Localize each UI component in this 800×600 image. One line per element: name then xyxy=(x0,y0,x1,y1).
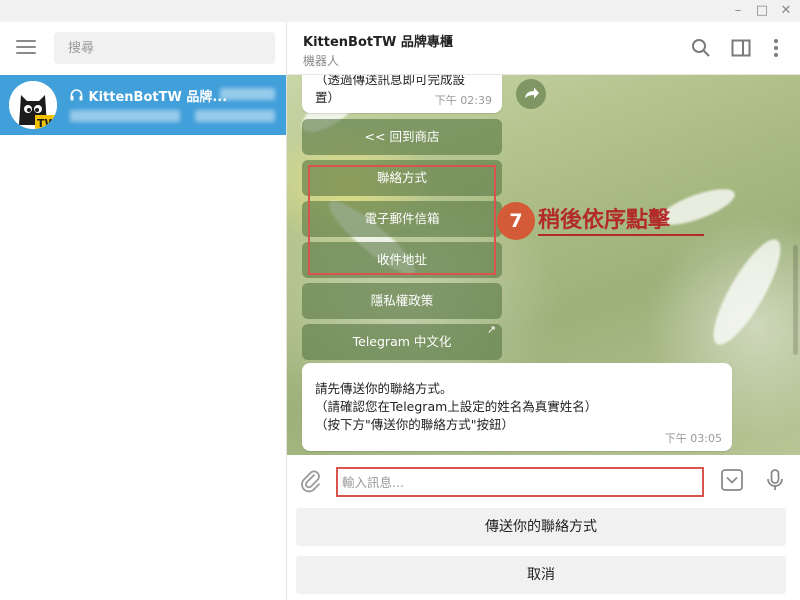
wallpaper-petal xyxy=(702,231,792,353)
blurred-preview xyxy=(70,110,180,122)
close-button[interactable]: ✕ xyxy=(775,0,797,22)
search-icon[interactable] xyxy=(689,36,713,60)
search-input[interactable] xyxy=(54,32,275,64)
chat-header-status: 機器人 xyxy=(303,54,340,68)
inline-button-privacy[interactable]: 隱私權政策 xyxy=(302,283,502,319)
microphone-icon[interactable] xyxy=(762,467,788,493)
instruction-underline xyxy=(538,234,704,236)
message-text: 請先傳送你的聯絡方式。 （請確認您在Telegram上設定的姓名為真實姓名） （… xyxy=(315,380,597,434)
message-time: 下午 03:05 xyxy=(664,432,722,445)
message-time: 下午 02:39 xyxy=(434,94,492,107)
blurred-title xyxy=(220,88,275,100)
message-line: 請先傳送你的聯絡方式。 xyxy=(315,381,453,396)
message-line: （透過傳送訊息即可完成設 xyxy=(315,75,466,87)
step-number-badge: 7 xyxy=(497,202,535,240)
chat-name-text: KittenBotTW 品牌... xyxy=(88,90,228,105)
cat-logo-icon: TW xyxy=(9,81,57,129)
forward-share-button[interactable] xyxy=(516,79,546,109)
highlight-box xyxy=(308,165,496,275)
inline-button-label: Telegram 中文化 xyxy=(352,334,452,349)
svg-text:TW: TW xyxy=(37,117,57,129)
chat-title: KittenBotTW 品牌... xyxy=(70,86,227,105)
blurred-preview xyxy=(195,110,275,122)
bot-headset-icon xyxy=(70,89,84,105)
chat-header-title[interactable]: KittenBotTW 品牌專櫃 xyxy=(303,31,453,50)
reply-keyboard: 傳送你的聯絡方式 取消 xyxy=(287,505,800,600)
send-contact-button[interactable]: 傳送你的聯絡方式 xyxy=(296,508,786,546)
message-input[interactable] xyxy=(336,467,704,497)
inline-button-back-to-shop[interactable]: << 回到商店 xyxy=(302,119,502,155)
bot-message: 請先傳送你的聯絡方式。 （請確認您在Telegram上設定的姓名為真實姓名） （… xyxy=(302,363,732,451)
maximize-button[interactable]: □ xyxy=(751,0,773,22)
inline-button-telegram-chinese[interactable]: Telegram 中文化 ↗ xyxy=(302,323,502,360)
chat-list-item[interactable]: TW KittenBotTW 品牌... xyxy=(0,75,286,135)
step-instruction: 稍後依序點擊 xyxy=(538,208,671,233)
attach-icon[interactable] xyxy=(298,468,324,494)
bot-keyboard-icon[interactable] xyxy=(719,467,745,493)
external-link-icon: ↗ xyxy=(486,323,496,336)
more-options-icon[interactable] xyxy=(764,36,788,60)
bot-message: （透過傳送訊息即可完成設 置） 下午 02:39 xyxy=(302,75,502,113)
chat-list-panel: TW KittenBotTW 品牌... xyxy=(0,22,287,600)
sidebar-toggle-icon[interactable] xyxy=(729,36,753,60)
avatar: TW xyxy=(9,81,57,129)
window-titlebar: – □ ✕ xyxy=(0,0,800,22)
minimize-button[interactable]: – xyxy=(727,0,749,22)
message-line: （請確認您在Telegram上設定的姓名為真實姓名） xyxy=(315,399,598,414)
chat-scrollbar[interactable] xyxy=(793,245,798,355)
forward-arrow-icon xyxy=(525,87,539,99)
message-composer xyxy=(287,455,800,505)
cancel-button[interactable]: 取消 xyxy=(296,556,786,594)
hamburger-menu-icon[interactable] xyxy=(16,40,36,54)
chat-header: KittenBotTW 品牌專櫃 機器人 xyxy=(287,22,800,75)
message-line: （按下方"傳送你的聯絡方式"按鈕） xyxy=(315,417,514,432)
